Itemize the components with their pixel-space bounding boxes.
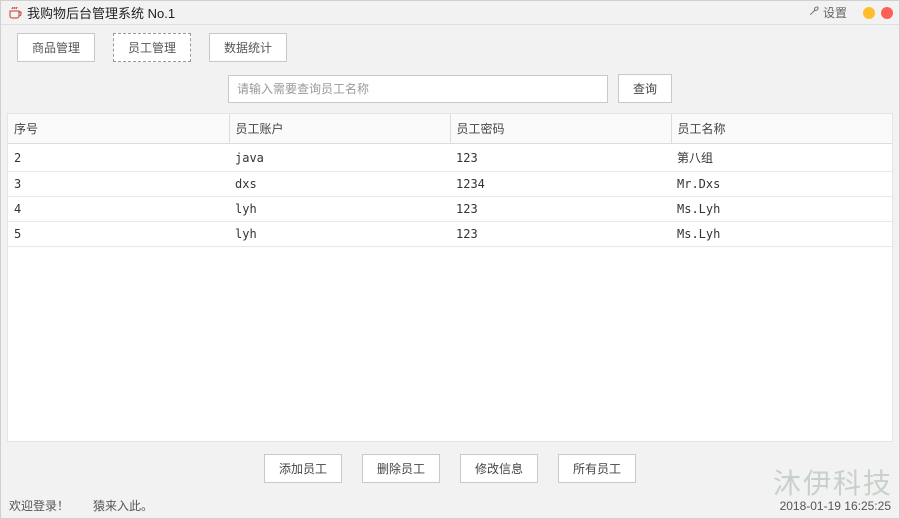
table-row[interactable]: 3dxs1234Mr.Dxs (8, 172, 892, 197)
nav-products[interactable]: 商品管理 (17, 33, 95, 62)
col-header-name[interactable]: 员工名称 (671, 114, 892, 144)
cell-name: Ms.Lyh (671, 222, 892, 247)
cell-password: 123 (450, 144, 671, 172)
window-title: 我购物后台管理系统 No.1 (27, 3, 175, 22)
search-button[interactable]: 查询 (618, 74, 672, 103)
add-employee-button[interactable]: 添加员工 (264, 454, 342, 483)
cell-password: 123 (450, 197, 671, 222)
settings-label: 设置 (823, 4, 847, 21)
action-bar: 添加员工 删除员工 修改信息 所有员工 (1, 442, 899, 495)
cell-id: 3 (8, 172, 229, 197)
col-header-id[interactable]: 序号 (8, 114, 229, 144)
cell-id: 4 (8, 197, 229, 222)
timestamp-text: 2018-01-19 16:25:25 (780, 499, 891, 513)
wrench-icon (808, 5, 820, 20)
close-icon[interactable] (881, 7, 893, 19)
table-header-row: 序号 员工账户 员工密码 员工名称 (8, 114, 892, 144)
table-row[interactable]: 4lyh123Ms.Lyh (8, 197, 892, 222)
cell-password: 1234 (450, 172, 671, 197)
nav-employees[interactable]: 员工管理 (113, 33, 191, 62)
search-input[interactable] (228, 75, 608, 103)
table-row[interactable]: 5lyh123Ms.Lyh (8, 222, 892, 247)
cell-id: 2 (8, 144, 229, 172)
top-nav: 商品管理 员工管理 数据统计 (1, 25, 899, 68)
cell-id: 5 (8, 222, 229, 247)
employee-table: 序号 员工账户 员工密码 员工名称 2java123第八组3dxs1234Mr.… (7, 113, 893, 442)
cell-password: 123 (450, 222, 671, 247)
tagline-text: 猿来入此。 (93, 497, 153, 514)
cell-name: Ms.Lyh (671, 197, 892, 222)
cell-name: Mr.Dxs (671, 172, 892, 197)
app-icon (7, 5, 23, 21)
col-header-account[interactable]: 员工账户 (229, 114, 450, 144)
titlebar: 我购物后台管理系统 No.1 设置 (1, 1, 899, 25)
cell-name: 第八组 (671, 144, 892, 172)
settings-button[interactable]: 设置 (808, 4, 847, 21)
search-row: 查询 (1, 68, 899, 113)
nav-stats[interactable]: 数据统计 (209, 33, 287, 62)
cell-account: dxs (229, 172, 450, 197)
col-header-password[interactable]: 员工密码 (450, 114, 671, 144)
welcome-text: 欢迎登录！ (9, 497, 69, 514)
delete-employee-button[interactable]: 删除员工 (362, 454, 440, 483)
cell-account: java (229, 144, 450, 172)
cell-account: lyh (229, 197, 450, 222)
edit-employee-button[interactable]: 修改信息 (460, 454, 538, 483)
cell-account: lyh (229, 222, 450, 247)
all-employees-button[interactable]: 所有员工 (558, 454, 636, 483)
table-row[interactable]: 2java123第八组 (8, 144, 892, 172)
status-bar: 欢迎登录！ 猿来入此。 2018-01-19 16:25:25 (1, 495, 899, 518)
minimize-icon[interactable] (863, 7, 875, 19)
